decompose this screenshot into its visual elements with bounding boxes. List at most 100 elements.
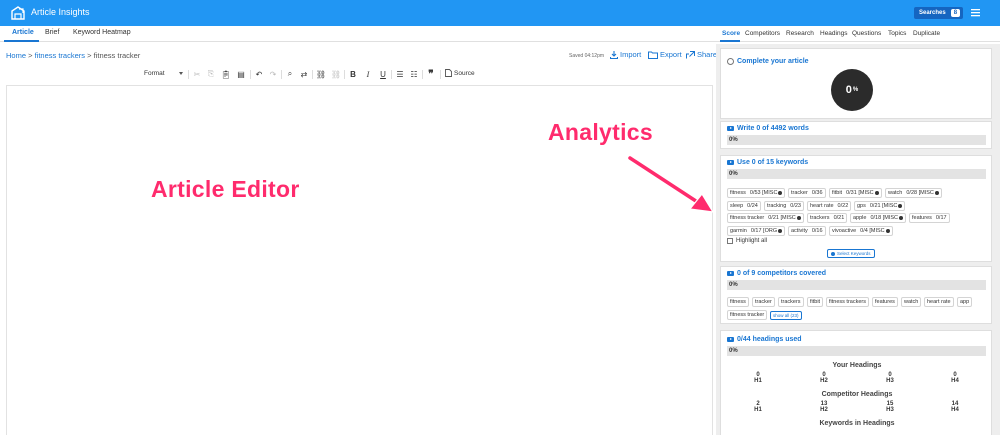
keyword-chip-count: 0/53 — [749, 190, 761, 196]
person-icon — [899, 215, 903, 220]
keyword-chip[interactable]: vivoactive 0/4 [MISC — [829, 226, 893, 236]
select-keywords-button[interactable]: Select Keywords — [827, 249, 875, 258]
paste-icon[interactable]: 📋︎ — [221, 69, 231, 79]
annotation-analytics: Analytics — [548, 119, 653, 145]
paste-text-icon[interactable]: ▤ — [236, 69, 246, 79]
competitor-keyword-chip[interactable]: trackers — [778, 297, 804, 307]
keyword-chip-label: features — [912, 215, 932, 221]
unlink-icon[interactable]: ⛓︎ — [331, 69, 341, 79]
competitor-keyword-chip[interactable]: fitness tracker — [727, 310, 768, 320]
breadcrumb-home[interactable]: Home — [6, 51, 26, 60]
editor-tabs: Article Brief Keyword Heatmap — [0, 26, 716, 42]
tab-research[interactable]: Research — [786, 30, 814, 37]
tab-brief[interactable]: Brief — [45, 29, 59, 36]
competitor-keyword-chip[interactable]: app — [957, 297, 973, 307]
format-select[interactable]: Format — [144, 70, 165, 77]
keyword-chip-tag: [MISC — [881, 215, 898, 221]
keyword-chip[interactable]: activity 0/16 — [788, 226, 826, 236]
export-button[interactable]: Export — [648, 50, 682, 59]
share-button[interactable]: Share — [686, 50, 717, 59]
tab-score[interactable]: Score — [722, 30, 740, 37]
keyword-chip-tag: [MISC — [778, 215, 796, 221]
keyword-chip[interactable]: garmin 0/17 [ORG — [727, 226, 786, 236]
underline-icon[interactable]: U — [378, 69, 388, 79]
keyword-chip-tag: [ORG — [761, 228, 778, 234]
cut-icon[interactable]: ✂ — [192, 69, 202, 79]
competitors-progress-bar: 0% — [727, 280, 986, 290]
keyword-chip-count: 0/17 — [935, 215, 947, 221]
analytics-tabs: Score Competitors Research Headings Ques… — [716, 26, 1000, 42]
bold-icon[interactable]: B — [348, 69, 358, 79]
searches-label: Searches — [919, 10, 946, 16]
italic-icon[interactable]: I — [363, 69, 373, 79]
searches-badge[interactable]: Searches 8 — [914, 7, 964, 19]
heading-count-h3: 0 H3 — [875, 372, 905, 384]
heading-level-label: H1 — [754, 407, 762, 413]
breadcrumb-category[interactable]: fitness trackers — [35, 51, 85, 60]
competitor-keyword-chip[interactable]: fitness — [727, 297, 749, 307]
competitor-keyword-chip[interactable]: features — [872, 297, 898, 307]
keyword-chip-count: 0/28 — [906, 190, 918, 196]
tab-competitors[interactable]: Competitors — [745, 30, 780, 37]
keyword-chip[interactable]: tracker 0/36 — [788, 188, 826, 198]
tab-keyword-heatmap[interactable]: Keyword Heatmap — [73, 29, 131, 36]
keyword-chip[interactable]: trackers 0/21 — [807, 213, 848, 223]
copy-icon[interactable]: ⎘ — [206, 69, 216, 79]
import-button[interactable]: Import — [610, 50, 641, 59]
keyword-chip-count: 0/21 — [768, 215, 779, 221]
toolbar-divider — [344, 70, 345, 79]
annotation-arrow — [626, 154, 715, 213]
keyword-chip-label: trackers — [810, 215, 830, 221]
keyword-chip[interactable]: sleep 0/24 — [727, 201, 761, 211]
keyword-chip[interactable]: tracking 0/23 — [764, 201, 804, 211]
annotation-article-editor: Article Editor — [151, 176, 300, 202]
numbered-list-icon[interactable]: ☰ — [395, 69, 405, 79]
competitors-card-title: 0 of 9 competitors covered — [727, 270, 826, 277]
keyword-chip-count: 0/31 — [846, 190, 857, 196]
competitor-keyword-chip[interactable]: tracker — [752, 297, 775, 307]
replace-icon[interactable]: ⇄ — [299, 69, 309, 79]
keyword-chip[interactable]: fitness 0/53 [MISC — [727, 188, 786, 198]
source-button[interactable]: Source — [445, 69, 475, 77]
competitor-keyword-chip[interactable]: heart rate — [924, 297, 954, 307]
play-icon — [727, 160, 734, 165]
competitor-keyword-chip[interactable]: fitness trackers — [826, 297, 869, 307]
keyword-chip[interactable]: apple 0/18 [MISC — [850, 213, 906, 223]
headings-card: 0/44 headings used 0% Your Headings Comp… — [720, 330, 992, 435]
link-icon[interactable]: ⛓︎ — [316, 69, 326, 79]
keyword-chip[interactable]: features 0/17 — [909, 213, 950, 223]
tab-article[interactable]: Article — [12, 29, 34, 36]
heading-level-label: H1 — [754, 378, 762, 384]
highlight-all-checkbox[interactable] — [727, 238, 733, 244]
keyword-chip-count: 0/21 — [833, 215, 845, 221]
tab-questions[interactable]: Questions — [852, 30, 881, 37]
competitor-keyword-chip[interactable]: fitbit — [807, 297, 824, 307]
keyword-chip-label: activity — [791, 228, 808, 234]
tab-duplicate[interactable]: Duplicate — [913, 30, 940, 37]
keyword-chip[interactable]: heart rate 0/22 — [807, 201, 852, 211]
highlight-all-toggle[interactable]: Highlight all — [727, 238, 767, 244]
tab-topics[interactable]: Topics — [888, 30, 906, 37]
keyword-chip[interactable]: gps 0/21 [MISC — [854, 201, 906, 211]
menu-icon[interactable] — [970, 7, 981, 18]
tab-headings[interactable]: Headings — [820, 30, 847, 37]
breadcrumb-separator: > — [28, 51, 33, 60]
competitor-keyword-chip[interactable]: watch — [901, 297, 922, 307]
keyword-chip[interactable]: fitness tracker 0/21 [MISC — [727, 213, 804, 223]
blockquote-icon[interactable]: ❞ — [426, 69, 436, 80]
toolbar-divider — [281, 70, 282, 79]
undo-icon[interactable]: ↶ — [254, 69, 264, 79]
keyword-chip-count: 0/4 — [860, 228, 868, 234]
competitors-card-title-text: 0 of 9 competitors covered — [737, 270, 827, 277]
app-title: Article Insights — [31, 7, 90, 17]
keyword-chip[interactable]: watch 0/28 [MISC — [885, 188, 942, 198]
show-all-competitors-button[interactable]: show all (23) — [770, 310, 802, 320]
bullet-list-icon[interactable]: ☷ — [409, 69, 419, 79]
keyword-chip-count: 0/18 — [870, 215, 882, 221]
redo-icon[interactable]: ↷ — [268, 69, 278, 79]
keyword-chip-label: fitness — [730, 190, 746, 196]
keyword-chip-count: 0/21 — [869, 203, 881, 209]
keyword-chip[interactable]: fitbit 0/31 [MISC — [829, 188, 882, 198]
find-icon[interactable]: ⌕ — [285, 69, 295, 79]
heading-level-label: H3 — [886, 378, 894, 384]
